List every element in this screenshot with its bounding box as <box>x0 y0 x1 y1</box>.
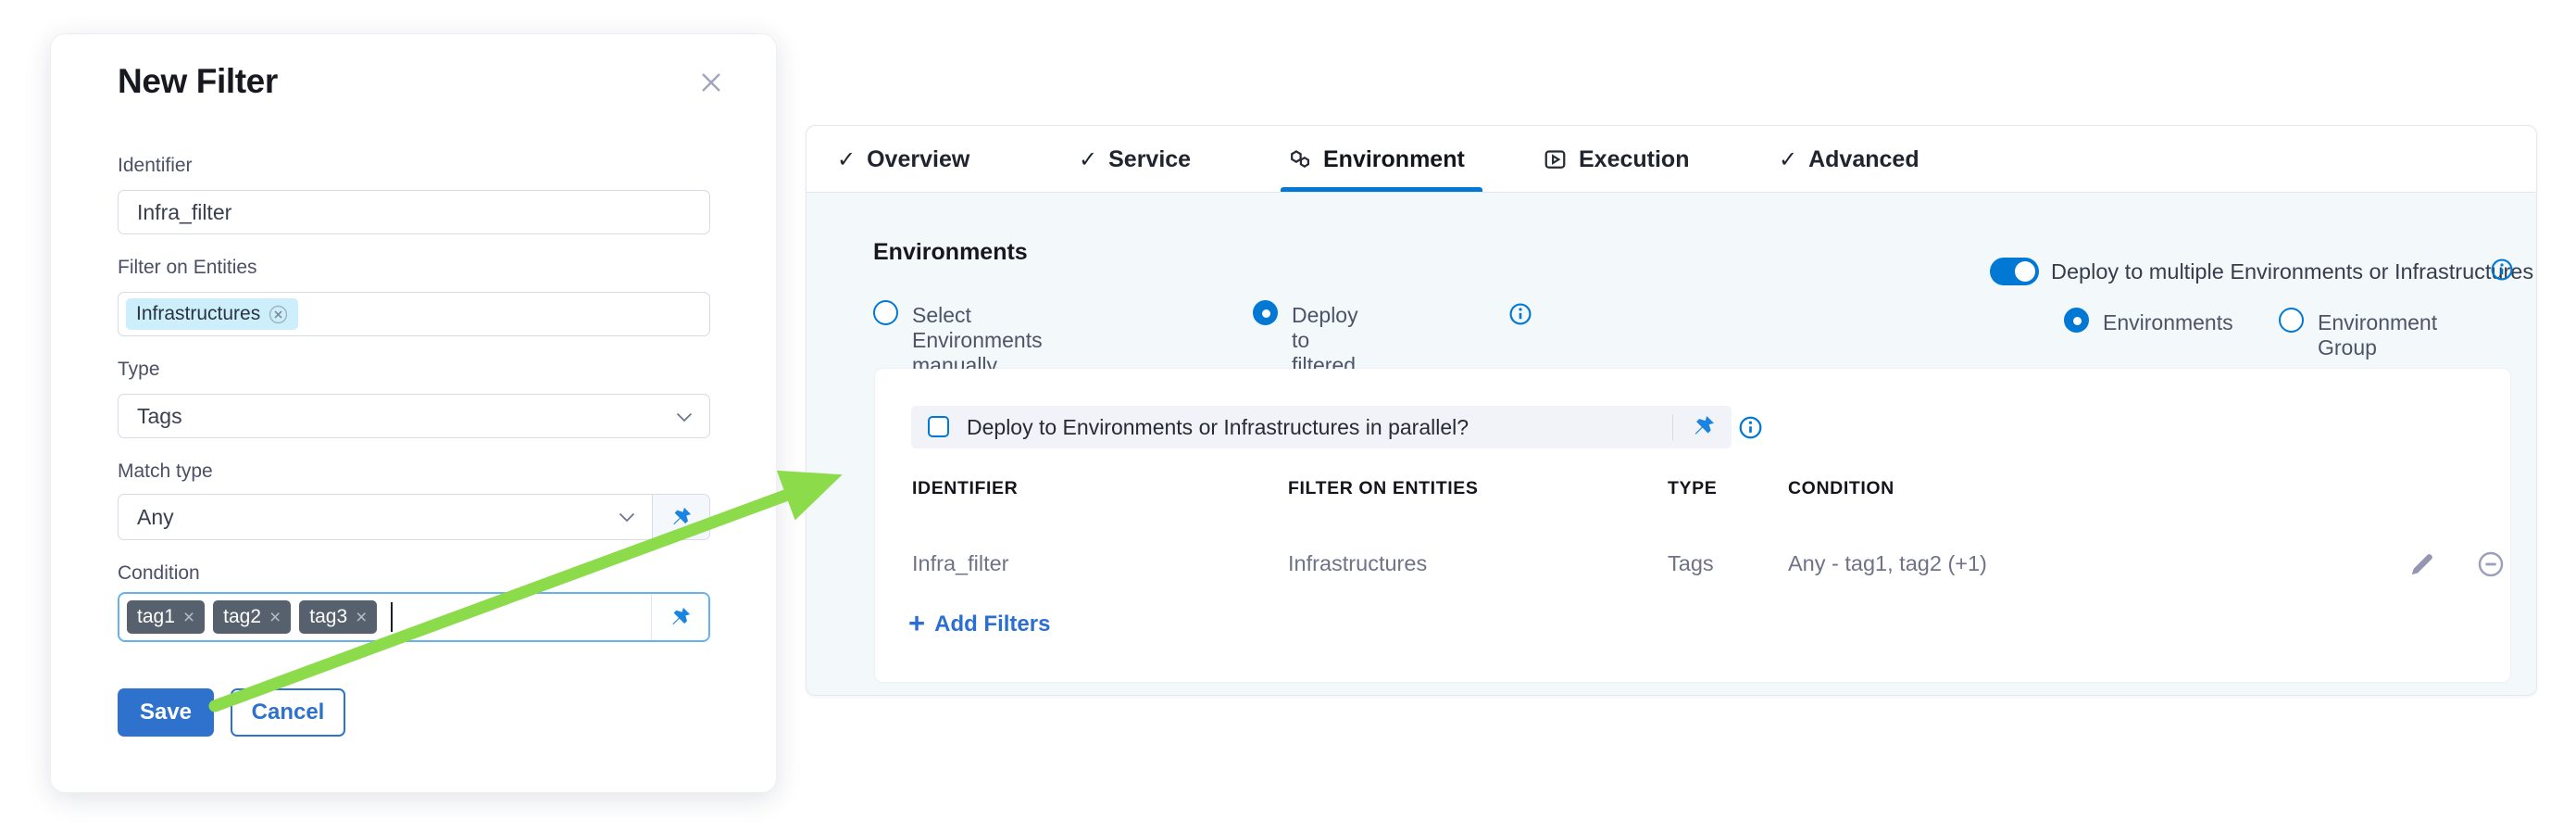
text-caret <box>391 602 393 632</box>
chip-remove-icon[interactable] <box>269 305 288 324</box>
match-type-pin-button[interactable] <box>652 495 709 539</box>
entities-chip: Infrastructures <box>126 298 298 330</box>
remove-filter-button[interactable] <box>2477 550 2505 578</box>
filters-card: Deploy to Environments or Infrastructure… <box>875 369 2510 682</box>
entities-chip-label: Infrastructures <box>136 303 260 325</box>
table-row: Infra_filter Infrastructures Tags Any - … <box>875 541 2510 586</box>
entities-label: Filter on Entities <box>118 257 257 279</box>
radio-environment-group[interactable] <box>2279 308 2304 333</box>
tab-environment[interactable]: Environment <box>1286 126 1465 193</box>
match-type-select[interactable]: Any <box>118 494 710 540</box>
edit-filter-button[interactable] <box>2408 550 2436 578</box>
tab-label: Service <box>1108 146 1191 173</box>
radio-select-manually[interactable] <box>873 300 898 325</box>
condition-chip-label: tag1 <box>137 606 175 628</box>
cell-identifier: Infra_filter <box>912 551 1288 576</box>
multi-env-toggle-label: Deploy to multiple Environments or Infra… <box>2051 259 2533 284</box>
filters-table-header: IDENTIFIER FILTER ON ENTITIES TYPE CONDI… <box>875 478 2510 499</box>
type-select-value: Tags <box>137 404 182 429</box>
add-filters-button[interactable]: + Add Filters <box>908 611 1050 637</box>
condition-chip: tag2 × <box>213 600 291 634</box>
pipeline-stage-panel: ✓ Overview ✓ Service Environment Execu <box>806 125 2537 696</box>
identifier-label: Identifier <box>118 155 193 177</box>
type-select[interactable]: Tags <box>118 394 710 438</box>
match-type-label: Match type <box>118 460 213 483</box>
col-identifier: IDENTIFIER <box>912 478 1288 499</box>
tab-label: Environment <box>1323 146 1465 173</box>
condition-label: Condition <box>118 562 200 585</box>
parallel-checkbox-label: Deploy to Environments or Infrastructure… <box>967 406 1469 448</box>
match-type-select-value: Any <box>119 505 619 530</box>
info-icon[interactable] <box>2490 258 2514 282</box>
radio-environments-label: Environments <box>2103 310 2233 335</box>
entities-input[interactable]: Infrastructures <box>118 292 710 336</box>
tab-execution[interactable]: Execution <box>1543 126 1689 193</box>
pin-icon <box>669 606 692 629</box>
col-entities: FILTER ON ENTITIES <box>1288 478 1668 499</box>
info-icon[interactable] <box>1738 415 1763 440</box>
check-icon: ✓ <box>1779 146 1797 172</box>
execution-icon <box>1543 147 1568 172</box>
active-tab-indicator <box>1281 187 1482 192</box>
chip-remove-icon[interactable]: × <box>356 608 367 627</box>
col-type: TYPE <box>1668 478 1788 499</box>
condition-chip-label: tag3 <box>309 606 347 628</box>
minus-circle-icon <box>2477 550 2505 578</box>
type-label: Type <box>118 359 160 381</box>
radio-deploy-filtered[interactable] <box>1253 300 1278 325</box>
condition-input[interactable]: tag1 × tag2 × tag3 × <box>118 592 710 642</box>
close-icon <box>697 69 725 96</box>
tab-bar: ✓ Overview ✓ Service Environment Execu <box>807 126 2536 193</box>
chip-remove-icon[interactable]: × <box>183 608 194 627</box>
save-button[interactable]: Save <box>118 688 214 737</box>
parallel-option-bar: Deploy to Environments or Infrastructure… <box>911 406 1732 448</box>
multi-env-toggle[interactable] <box>1990 258 2039 285</box>
environments-heading: Environments <box>873 239 1028 266</box>
radio-select-manually-label: Select Environments manually <box>912 303 1043 378</box>
cell-condition: Any - tag1, tag2 (+1) <box>1788 551 2510 576</box>
condition-chip: tag1 × <box>127 600 205 634</box>
environment-icon <box>1286 146 1312 172</box>
check-icon: ✓ <box>1079 146 1097 172</box>
parallel-pin-button[interactable] <box>1691 414 1716 439</box>
close-button[interactable] <box>697 64 734 101</box>
page: New Filter Identifier Filter on Entities… <box>0 0 2576 832</box>
condition-chip: tag3 × <box>299 600 377 634</box>
condition-chips: tag1 × tag2 × tag3 × <box>127 600 651 634</box>
parallel-checkbox[interactable] <box>928 416 949 437</box>
modal-title: New Filter <box>118 62 278 101</box>
pin-icon <box>669 506 693 529</box>
tab-label: Overview <box>867 146 969 173</box>
identifier-input[interactable] <box>118 190 710 234</box>
cell-entities: Infrastructures <box>1288 551 1668 576</box>
radio-environment-group-label: Environment Group <box>2318 310 2437 360</box>
condition-chip-label: tag2 <box>223 606 261 628</box>
radio-environments[interactable] <box>2064 308 2089 333</box>
plus-icon: + <box>908 609 925 637</box>
check-icon: ✓ <box>837 146 856 172</box>
new-filter-modal: New Filter Identifier Filter on Entities… <box>50 33 777 793</box>
col-condition: CONDITION <box>1788 478 2510 499</box>
pin-icon <box>1691 414 1716 439</box>
tab-label: Advanced <box>1808 146 1919 173</box>
tab-overview[interactable]: ✓ Overview <box>837 126 969 193</box>
tab-advanced[interactable]: ✓ Advanced <box>1779 126 1919 193</box>
add-filters-label: Add Filters <box>934 611 1050 637</box>
cancel-button[interactable]: Cancel <box>231 688 345 737</box>
tab-label: Execution <box>1579 146 1689 173</box>
pencil-icon <box>2408 550 2436 578</box>
tab-service[interactable]: ✓ Service <box>1079 126 1191 193</box>
chip-remove-icon[interactable]: × <box>269 608 281 627</box>
divider <box>1672 414 1673 440</box>
cell-type: Tags <box>1668 551 1788 576</box>
chevron-down-icon <box>619 512 635 523</box>
env-target-radios: Environments Environment Group <box>807 308 832 337</box>
info-icon[interactable] <box>1508 302 1532 326</box>
chevron-down-icon <box>676 412 693 422</box>
condition-pin-button[interactable] <box>651 594 708 640</box>
environment-tab-content: Environments Select Environments manuall… <box>807 193 2536 697</box>
